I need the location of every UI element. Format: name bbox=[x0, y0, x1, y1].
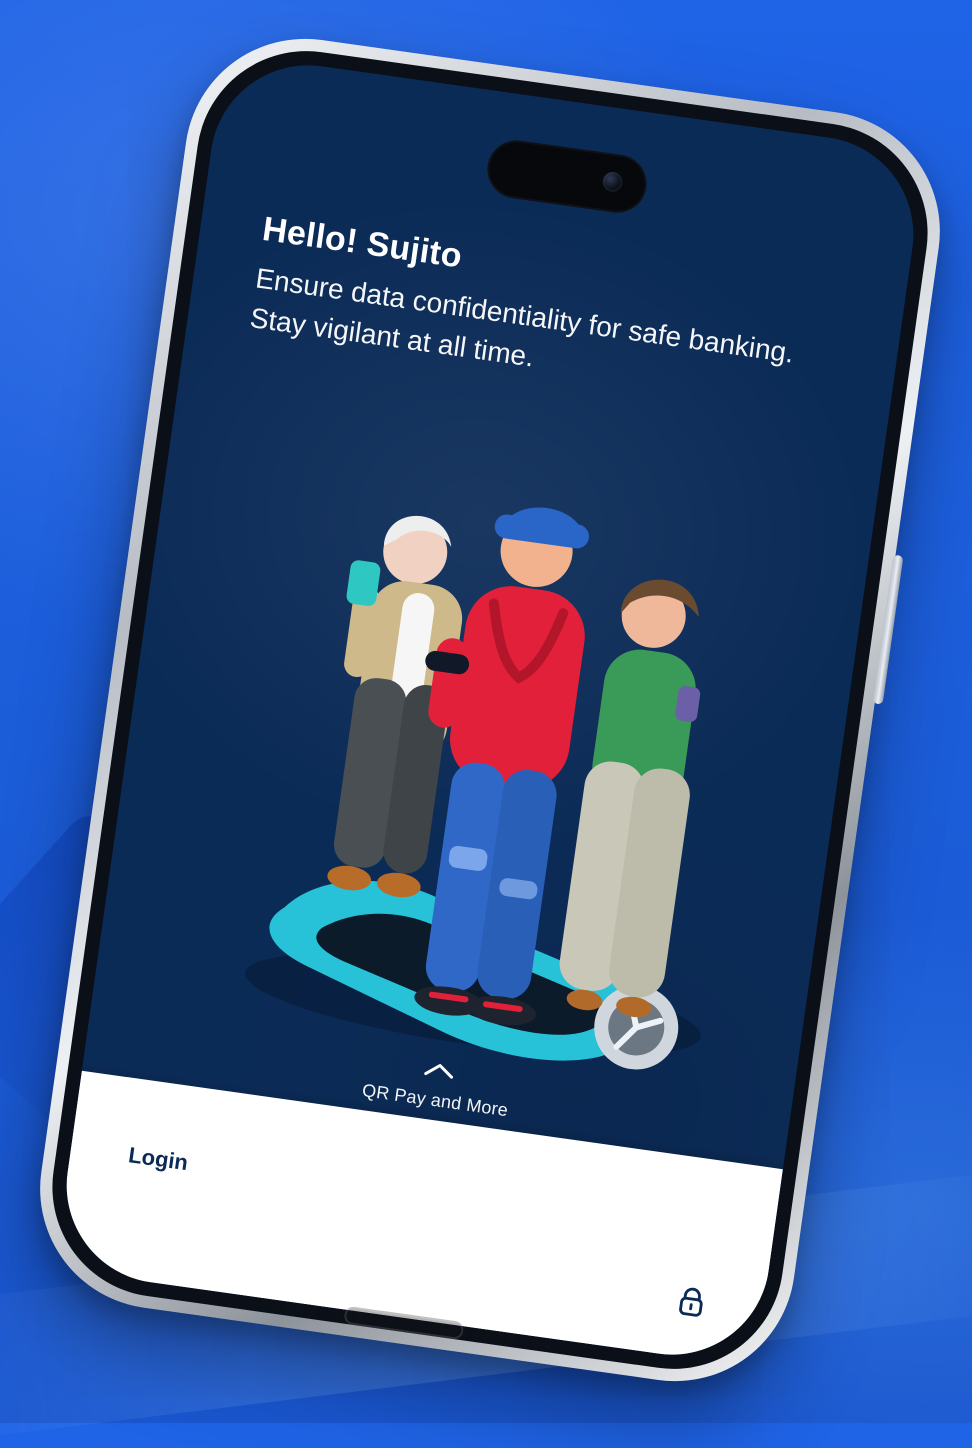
lock-icon bbox=[679, 1287, 703, 1317]
login-button[interactable]: Login bbox=[127, 1142, 190, 1176]
chevron-up-icon bbox=[424, 1064, 454, 1079]
dynamic-island bbox=[483, 136, 651, 217]
security-illustration bbox=[245, 507, 701, 1070]
greeting-block: Hello! Sujito Ensure data confidentialit… bbox=[247, 210, 849, 420]
camera-icon bbox=[601, 170, 624, 194]
lock-button[interactable] bbox=[662, 1272, 721, 1331]
